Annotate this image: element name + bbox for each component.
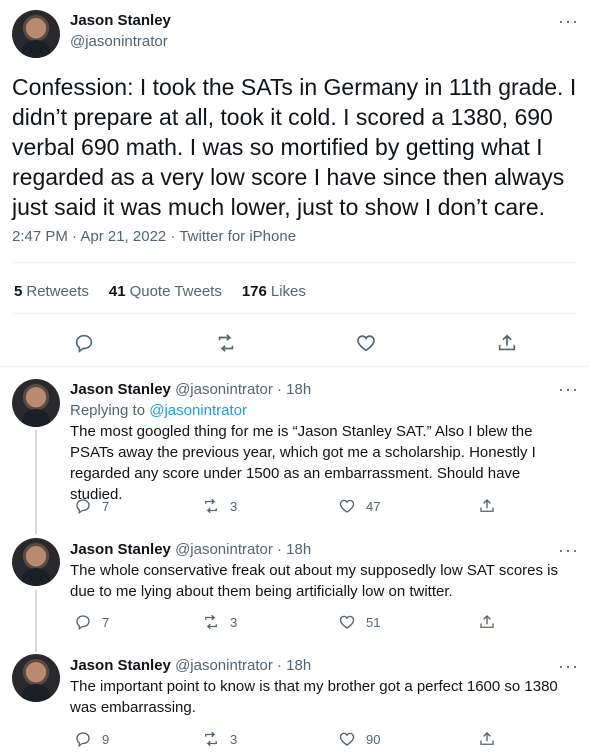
- share-action[interactable]: [478, 613, 496, 631]
- divider: [12, 262, 577, 263]
- thread-line: [35, 430, 37, 534]
- reply-author-name[interactable]: Jason Stanley: [70, 657, 171, 674]
- share-icon: [480, 499, 494, 512]
- main-author-name[interactable]: Jason Stanley: [70, 12, 171, 29]
- divider: [0, 366, 589, 367]
- reply-action-bar: 7 3 47: [70, 497, 510, 517]
- retweet-action[interactable]: 3: [202, 497, 237, 515]
- retweet-icon: [205, 731, 217, 747]
- reply-author-meta[interactable]: @jasonintrator · 18h: [175, 657, 311, 674]
- replying-to-link[interactable]: @jasonintrator: [149, 402, 247, 419]
- main-action-bar: [0, 332, 589, 354]
- like-icon[interactable]: [355, 332, 377, 354]
- share-icon: [480, 732, 494, 745]
- tweet-stats: 5 Retweets 41 Quote Tweets 176 Likes: [14, 283, 306, 300]
- retweet-icon[interactable]: [215, 332, 237, 354]
- reply-text: The whole conservative freak out about m…: [70, 562, 559, 600]
- reply-icon: [76, 615, 90, 631]
- reply-icon[interactable]: [73, 332, 95, 354]
- reply-action[interactable]: 7: [74, 613, 109, 631]
- reply-action-bar: 7 3 51: [70, 613, 510, 633]
- reply-tweet[interactable]: Jason Stanley @jasonintrator · 18h Reply…: [70, 380, 575, 505]
- reply-icon: [76, 499, 90, 515]
- thread-line: [35, 590, 37, 652]
- retweet-action[interactable]: 3: [202, 730, 237, 748]
- like-icon: [339, 732, 355, 746]
- reply-avatar[interactable]: [12, 379, 60, 427]
- quotes-stat[interactable]: 41 Quote Tweets: [109, 283, 222, 300]
- reply-text: The most googled thing for me is “Jason …: [70, 423, 536, 503]
- reply-avatar[interactable]: [12, 654, 60, 702]
- divider: [12, 313, 577, 314]
- reply-header: Jason Stanley @jasonintrator · 18h: [70, 380, 575, 400]
- share-icon: [480, 615, 494, 628]
- retweets-stat[interactable]: 5 Retweets: [14, 283, 89, 300]
- reply-author-meta[interactable]: @jasonintrator · 18h: [175, 541, 311, 558]
- reply-author-name[interactable]: Jason Stanley: [70, 381, 171, 398]
- reply-header: Jason Stanley @jasonintrator · 18h: [70, 656, 575, 676]
- reply-action[interactable]: 7: [74, 497, 109, 515]
- tweet-timestamp[interactable]: 2:47 PM · Apr 21, 2022 · Twitter for iPh…: [12, 228, 296, 245]
- share-action[interactable]: [478, 730, 496, 748]
- like-action[interactable]: 47: [338, 497, 380, 515]
- reply-header: Jason Stanley @jasonintrator · 18h: [70, 540, 575, 560]
- like-action[interactable]: 51: [338, 613, 380, 631]
- share-action[interactable]: [478, 497, 496, 515]
- like-icon: [339, 499, 355, 513]
- reply-action-bar: 9 3 90: [70, 730, 510, 750]
- like-action[interactable]: 90: [338, 730, 380, 748]
- main-author-handle[interactable]: @jasonintrator: [70, 33, 168, 50]
- retweet-action[interactable]: 3: [202, 613, 237, 631]
- like-icon: [339, 615, 355, 629]
- reply-tweet[interactable]: Jason Stanley @jasonintrator · 18h The i…: [70, 656, 575, 718]
- likes-stat[interactable]: 176 Likes: [242, 283, 306, 300]
- main-tweet-text: Confession: I took the SATs in Germany i…: [12, 74, 577, 220]
- main-avatar[interactable]: [12, 10, 60, 58]
- retweet-icon: [205, 614, 217, 630]
- reply-action[interactable]: 9: [74, 730, 109, 748]
- reply-avatar[interactable]: [12, 538, 60, 586]
- share-icon[interactable]: [496, 332, 518, 354]
- reply-icon: [76, 732, 90, 748]
- reply-author-meta[interactable]: @jasonintrator · 18h: [175, 381, 311, 398]
- retweet-icon: [205, 498, 217, 514]
- reply-author-name[interactable]: Jason Stanley: [70, 541, 171, 558]
- reply-text: The important point to know is that my b…: [70, 678, 558, 716]
- reply-tweet[interactable]: Jason Stanley @jasonintrator · 18h The w…: [70, 540, 575, 602]
- replying-to: Replying to @jasonintrator: [70, 402, 247, 419]
- more-icon[interactable]: ···: [558, 12, 579, 30]
